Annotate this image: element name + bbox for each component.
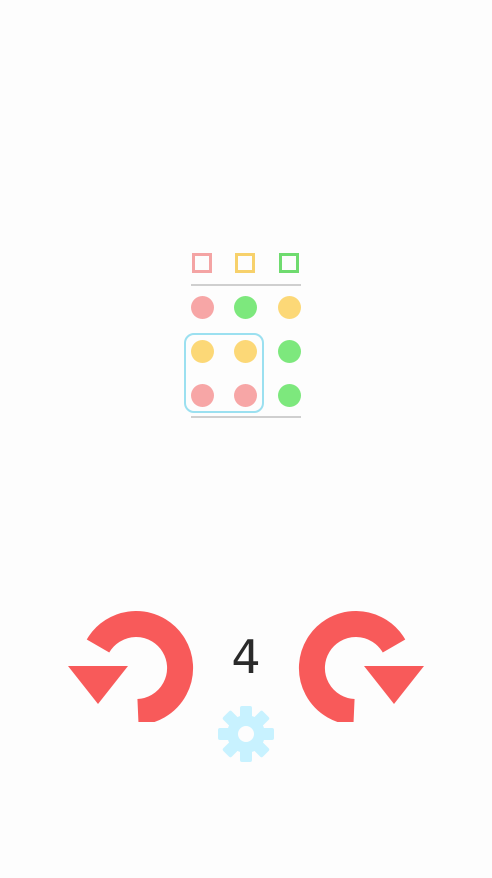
moves-counter: 4 (231, 630, 261, 684)
target-green (279, 253, 299, 273)
game-screen: 4 (0, 0, 492, 878)
dot-r2-c2 (277, 383, 301, 407)
dot-r0-c2 (277, 295, 301, 319)
top-divider (191, 284, 301, 286)
dot-r1-c2 (277, 339, 301, 363)
rotate-right-button[interactable] (296, 608, 426, 722)
dot-r0-c0 (190, 295, 214, 319)
dot-r0-c1 (233, 295, 257, 319)
rotate-left-button[interactable] (66, 608, 196, 722)
rotate-counterclockwise-icon (68, 611, 194, 722)
target-red (192, 253, 212, 273)
settings-button[interactable] (217, 705, 275, 763)
rotate-clockwise-icon (298, 611, 424, 722)
bottom-divider (191, 416, 301, 418)
gear-icon (218, 706, 274, 762)
target-yellow (235, 253, 255, 273)
selection-frame[interactable] (184, 333, 264, 413)
